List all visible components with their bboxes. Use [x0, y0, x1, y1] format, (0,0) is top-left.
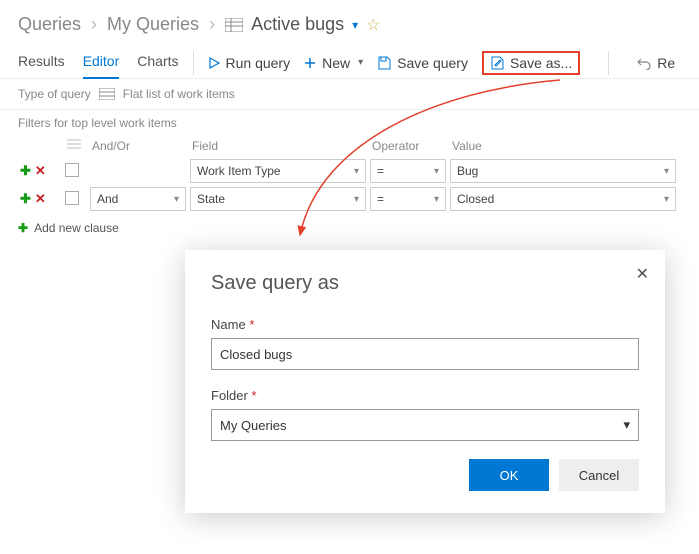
folder-label: Folder *	[211, 388, 639, 403]
col-andor: And/Or	[88, 134, 188, 157]
breadcrumb-current: Active bugs ▾ ☆	[225, 14, 380, 35]
andor-dropdown[interactable]: And▾	[90, 187, 186, 211]
divider	[193, 51, 194, 75]
value-dropdown[interactable]: Closed▾	[450, 187, 676, 211]
filter-row: ✚ ✕ And▾ State▾ =▾ Closed▾	[18, 185, 678, 213]
query-type-bar: Type of query Flat list of work items	[0, 79, 699, 110]
remove-row-button[interactable]: ✕	[35, 163, 46, 178]
field-dropdown[interactable]: State▾	[190, 187, 366, 211]
save-query-label: Save query	[397, 55, 468, 71]
col-value: Value	[448, 134, 678, 157]
row-checkbox[interactable]	[65, 191, 79, 205]
divider	[608, 51, 609, 75]
chevron-down-icon: ▾	[174, 194, 179, 205]
undo-icon	[637, 56, 651, 70]
breadcrumb-root[interactable]: Queries	[18, 14, 81, 35]
save-query-button[interactable]: Save query	[377, 55, 468, 71]
field-dropdown[interactable]: Work Item Type▾	[190, 159, 366, 183]
chevron-down-icon: ▾	[358, 57, 363, 68]
filter-row: ✚ ✕ Work Item Type▾ =▾ Bug▾	[18, 157, 678, 185]
cancel-button[interactable]: Cancel	[559, 459, 639, 491]
col-field: Field	[188, 134, 368, 157]
row-checkbox[interactable]	[65, 163, 79, 177]
name-label: Name *	[211, 317, 639, 332]
chevron-down-icon: ▾	[354, 166, 359, 177]
run-query-label: Run query	[226, 55, 291, 71]
tab-results[interactable]: Results	[18, 47, 65, 78]
chevron-down-icon: ▾	[434, 166, 439, 177]
save-as-label: Save as...	[510, 55, 572, 71]
name-input[interactable]	[211, 338, 639, 370]
chevron-down-icon: ▾	[664, 194, 669, 205]
rows-icon	[67, 139, 81, 153]
plus-icon	[304, 57, 316, 69]
play-icon	[208, 57, 220, 69]
query-type-value: Flat list of work items	[123, 87, 235, 101]
breadcrumb-my-queries[interactable]: My Queries	[107, 14, 199, 35]
list-icon	[225, 18, 243, 32]
add-new-clause-label: Add new clause	[34, 221, 119, 235]
value-dropdown[interactable]: Bug▾	[450, 159, 676, 183]
run-query-button[interactable]: Run query	[208, 55, 291, 71]
close-icon[interactable]: ✕	[636, 264, 649, 284]
new-button[interactable]: New ▾	[304, 55, 363, 71]
chevron-down-icon: ▾	[664, 166, 669, 177]
remove-row-button[interactable]: ✕	[35, 191, 46, 206]
star-icon[interactable]: ☆	[366, 15, 380, 35]
add-row-button[interactable]: ✚	[20, 191, 31, 206]
revert-label: Re	[657, 55, 675, 71]
tab-charts[interactable]: Charts	[137, 47, 178, 78]
chevron-right-icon: ›	[91, 14, 97, 35]
query-type-label: Type of query	[18, 87, 91, 101]
save-as-dialog: Save query as ✕ Name * Folder * My Queri…	[185, 250, 665, 513]
add-row-button[interactable]: ✚	[20, 163, 31, 178]
toolbar: Results Editor Charts Run query New ▾ Sa…	[0, 43, 699, 79]
ok-button[interactable]: OK	[469, 459, 549, 491]
flat-list-icon	[99, 88, 115, 100]
folder-dropdown[interactable]: My Queries ▾	[211, 409, 639, 441]
operator-dropdown[interactable]: =▾	[370, 187, 446, 211]
toolbar-actions: Run query New ▾ Save query Save as...	[208, 51, 682, 75]
plus-icon: ✚	[18, 221, 28, 235]
chevron-down-icon: ▾	[354, 194, 359, 205]
tabs: Results Editor Charts	[18, 47, 179, 78]
folder-value: My Queries	[220, 418, 286, 433]
chevron-down-icon: ▾	[623, 417, 630, 433]
filters-section: Filters for top level work items And/Or …	[0, 110, 699, 241]
chevron-right-icon: ›	[209, 14, 215, 35]
chevron-down-icon: ▾	[434, 194, 439, 205]
chevron-down-icon[interactable]: ▾	[352, 18, 358, 32]
dialog-title: Save query as	[211, 272, 639, 295]
col-operator: Operator	[368, 134, 448, 157]
breadcrumb-current-label: Active bugs	[251, 14, 344, 35]
add-new-clause[interactable]: ✚ Add new clause	[18, 221, 681, 235]
save-as-icon	[490, 56, 504, 70]
revert-button[interactable]: Re	[637, 55, 675, 71]
save-as-button[interactable]: Save as...	[482, 51, 580, 75]
filters-header: Filters for top level work items	[18, 116, 681, 130]
filters-table: And/Or Field Operator Value ✚ ✕ Work Item…	[18, 134, 678, 213]
tab-editor[interactable]: Editor	[83, 47, 120, 79]
breadcrumb: Queries › My Queries › Active bugs ▾ ☆	[0, 0, 699, 43]
new-label: New	[322, 55, 350, 71]
operator-dropdown[interactable]: =▾	[370, 159, 446, 183]
save-icon	[377, 56, 391, 70]
